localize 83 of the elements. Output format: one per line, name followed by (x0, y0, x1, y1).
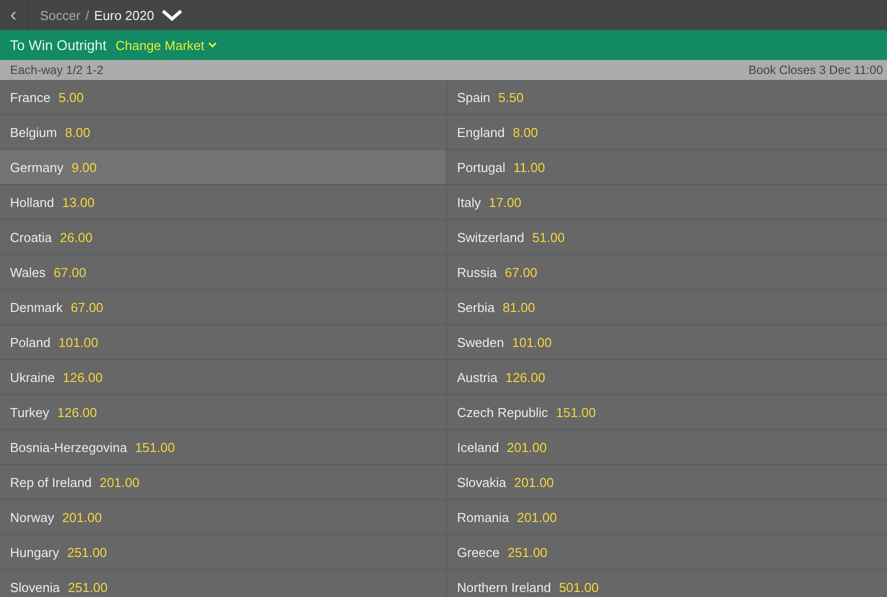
odds-value[interactable]: 9.00 (71, 160, 97, 174)
odds-value[interactable]: 201.00 (517, 510, 557, 524)
team-name: Northern Ireland (457, 580, 551, 594)
odds-value[interactable]: 251.00 (67, 544, 107, 560)
odds-value[interactable]: 126.00 (505, 370, 546, 384)
odds-value[interactable]: 251.00 (68, 580, 108, 594)
team-name: Portugal (457, 160, 506, 174)
team-name: France (10, 90, 50, 104)
team-name: Denmark (10, 300, 63, 314)
breadcrumb-separator: / (85, 8, 90, 22)
market-title: To Win Outright (10, 37, 106, 53)
odds-value[interactable]: 201.00 (100, 474, 140, 490)
team-name: Russia (457, 264, 497, 280)
team-name: Norway (10, 510, 54, 524)
team-name: Rep of Ireland (10, 474, 92, 490)
odds-value[interactable]: 11.00 (513, 160, 545, 174)
selection-row[interactable]: Croatia 26.00 (0, 220, 447, 255)
selection-row[interactable]: Rep of Ireland 201.00 (0, 465, 447, 500)
team-name: Slovenia (10, 580, 60, 594)
selection-row[interactable]: Poland 101.00 (0, 325, 447, 360)
chevron-down-icon[interactable] (161, 8, 184, 22)
team-name: Slovakia (457, 474, 506, 490)
team-name: Wales (10, 264, 46, 280)
selection-row[interactable]: Denmark 67.00 (0, 290, 447, 325)
selection-row[interactable]: Bosnia-Herzegovina 151.00 (0, 430, 447, 465)
odds-value[interactable]: 201.00 (514, 474, 554, 490)
odds-value[interactable]: 101.00 (512, 334, 552, 350)
team-name: Poland (10, 334, 50, 350)
breadcrumb-current: Euro 2020 (94, 8, 154, 22)
odds-value[interactable]: 126.00 (57, 404, 98, 420)
odds-value[interactable]: 5.00 (58, 90, 84, 104)
selection-row[interactable]: Norway 201.00 (0, 500, 447, 535)
team-name: Czech Republic (457, 404, 548, 420)
team-name: Austria (457, 370, 498, 384)
each-way-terms: Each-way 1/2 1-2 (10, 63, 104, 77)
odds-value[interactable]: 51.00 (532, 230, 565, 244)
breadcrumb-link[interactable]: Soccer (40, 8, 80, 22)
team-name: Bosnia-Herzegovina (10, 440, 128, 454)
odds-value[interactable]: 67.00 (504, 264, 538, 280)
odds-value[interactable]: 5.50 (498, 90, 524, 104)
team-name: Sweden (457, 334, 504, 350)
odds-value[interactable]: 13.00 (62, 194, 95, 210)
selection-row[interactable]: Holland 13.00 (0, 185, 447, 220)
odds-value[interactable]: 201.00 (506, 440, 547, 454)
team-name: Croatia (10, 230, 52, 244)
caret-icon (208, 42, 218, 48)
selection-row[interactable]: Belgium 8.00 (0, 115, 447, 150)
team-name: Ukraine (10, 370, 55, 384)
odds-value[interactable]: 251.00 (508, 544, 548, 560)
selection-row[interactable]: Hungary 251.00 (0, 535, 447, 570)
team-name: Hungary (10, 544, 60, 560)
odds-value[interactable]: 501.00 (558, 580, 599, 594)
team-name: Belgium (10, 124, 57, 140)
odds-value[interactable]: 151.00 (556, 404, 596, 420)
selection-row[interactable]: Wales 67.00 (0, 255, 447, 290)
team-name: Romania (457, 510, 510, 524)
team-name: Iceland (457, 440, 499, 454)
selection-row[interactable]: Germany 9.00 (0, 150, 447, 185)
team-name: Spain (457, 90, 490, 104)
odds-value[interactable]: 126.00 (62, 370, 103, 384)
team-name: Italy (457, 194, 481, 210)
odds-value[interactable]: 67.00 (54, 264, 86, 280)
team-name: Germany (10, 160, 64, 174)
team-name: Turkey (10, 404, 50, 420)
selection-row[interactable]: France 5.00 (0, 80, 447, 115)
odds-value[interactable]: 201.00 (62, 510, 102, 524)
odds-value[interactable]: 17.00 (488, 194, 522, 210)
odds-value[interactable]: 8.00 (512, 124, 538, 140)
odds-value[interactable]: 101.00 (58, 334, 98, 350)
odds-value[interactable]: 26.00 (60, 230, 92, 244)
team-name: Holland (10, 194, 54, 210)
book-closes-text: Book Closes 3 Dec 11:00 (748, 63, 883, 77)
team-name: Serbia (457, 300, 495, 314)
selection-row[interactable]: Turkey 126.00 (0, 395, 447, 430)
odds-value[interactable]: 8.00 (64, 124, 90, 140)
selection-row[interactable]: Ukraine 126.00 (0, 360, 447, 395)
odds-value[interactable]: 81.00 (502, 300, 536, 314)
team-name: England (457, 124, 505, 140)
odds-value[interactable]: 151.00 (135, 440, 175, 454)
team-name: Switzerland (457, 230, 524, 244)
odds-value[interactable]: 67.00 (70, 300, 104, 314)
change-market-link[interactable]: Change Market (115, 38, 218, 52)
team-name: Greece (457, 544, 500, 560)
